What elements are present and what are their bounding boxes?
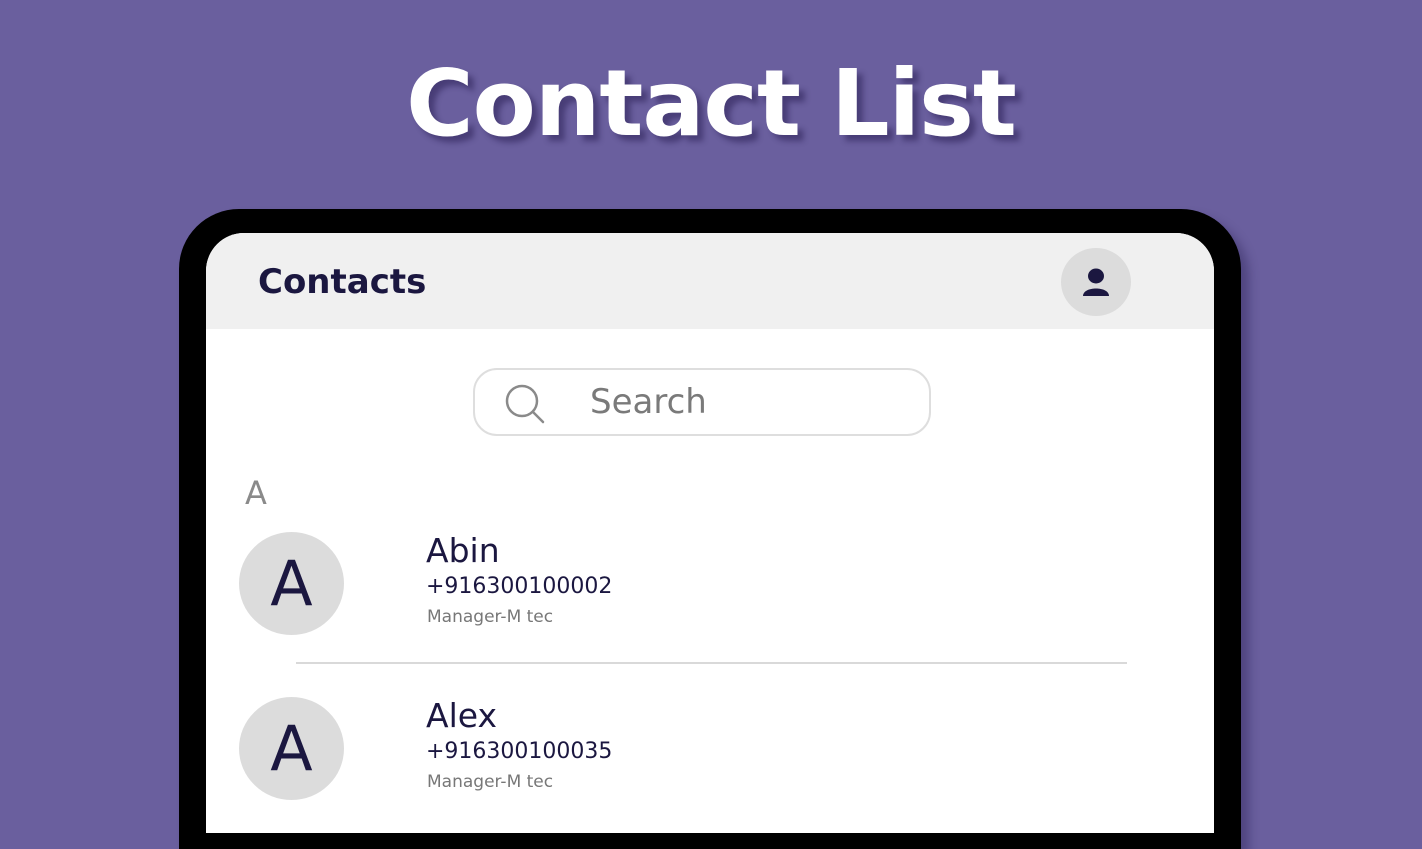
search-bar[interactable] — [473, 368, 931, 436]
divider — [296, 662, 1127, 664]
app-screen: Contacts A A Abin +916300100002 Manager-… — [206, 233, 1214, 833]
person-icon — [1083, 268, 1109, 296]
section-header-a: A — [245, 474, 267, 512]
contact-phone: +916300100002 — [426, 574, 613, 599]
avatar: A — [239, 532, 344, 635]
avatar: A — [239, 697, 344, 800]
contact-role: Manager-M tec — [427, 607, 554, 627]
search-input[interactable] — [590, 380, 910, 424]
profile-button[interactable] — [1061, 248, 1131, 316]
app-bar: Contacts — [206, 233, 1214, 329]
contact-role: Manager-M tec — [427, 772, 554, 792]
contact-name: Alex — [426, 696, 497, 735]
contact-phone: +916300100035 — [426, 739, 613, 764]
contact-row[interactable]: A Alex +916300100035 Manager-M tec — [206, 697, 1214, 817]
app-bar-title: Contacts — [258, 262, 427, 302]
search-icon — [505, 384, 545, 424]
contact-name: Abin — [426, 531, 500, 570]
contact-row[interactable]: A Abin +916300100002 Manager-M tec — [206, 532, 1214, 652]
promo-headline: Contact List — [406, 50, 1017, 157]
